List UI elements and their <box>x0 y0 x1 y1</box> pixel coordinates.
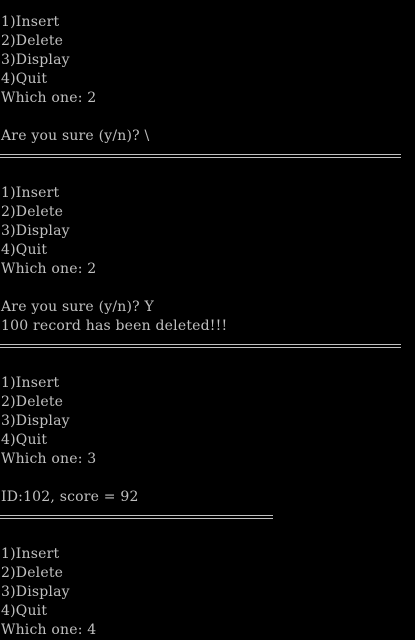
choice-prompt: Which one: 2 <box>1 261 97 277</box>
confirm-prompt: Are you sure (y/n)? \ <box>1 128 150 144</box>
record-output: ID:102, score = 92 <box>1 489 139 505</box>
menu-item-delete: 2)Delete <box>1 565 64 581</box>
menu-item-display: 3)Display <box>1 413 70 429</box>
menu-item-insert: 1)Insert <box>1 185 60 201</box>
menu-item-delete: 2)Delete <box>1 204 64 220</box>
confirm-prompt: Are you sure (y/n)? Y <box>1 299 154 315</box>
menu-item-display: 3)Display <box>1 223 70 239</box>
menu-item-insert: 1)Insert <box>1 546 60 562</box>
menu-item-quit: 4)Quit <box>1 603 48 619</box>
menu-item-display: 3)Display <box>1 584 70 600</box>
menu-item-delete: 2)Delete <box>1 394 64 410</box>
menu-item-delete: 2)Delete <box>1 33 64 49</box>
menu-item-display: 3)Display <box>1 52 70 68</box>
separator-line <box>0 344 401 348</box>
separator-line <box>0 154 401 158</box>
console-output: 1)Insert 2)Delete 3)Display 4)Quit Which… <box>0 0 415 638</box>
separator-line <box>0 515 273 519</box>
menu-item-quit: 4)Quit <box>1 432 48 448</box>
menu-item-insert: 1)Insert <box>1 14 60 30</box>
delete-message: 100 record has been deleted!!! <box>1 318 228 334</box>
menu-item-quit: 4)Quit <box>1 242 48 258</box>
choice-prompt: Which one: 4 <box>1 622 97 638</box>
choice-prompt: Which one: 2 <box>1 90 97 106</box>
choice-prompt: Which one: 3 <box>1 451 97 467</box>
menu-item-quit: 4)Quit <box>1 71 48 87</box>
menu-item-insert: 1)Insert <box>1 375 60 391</box>
